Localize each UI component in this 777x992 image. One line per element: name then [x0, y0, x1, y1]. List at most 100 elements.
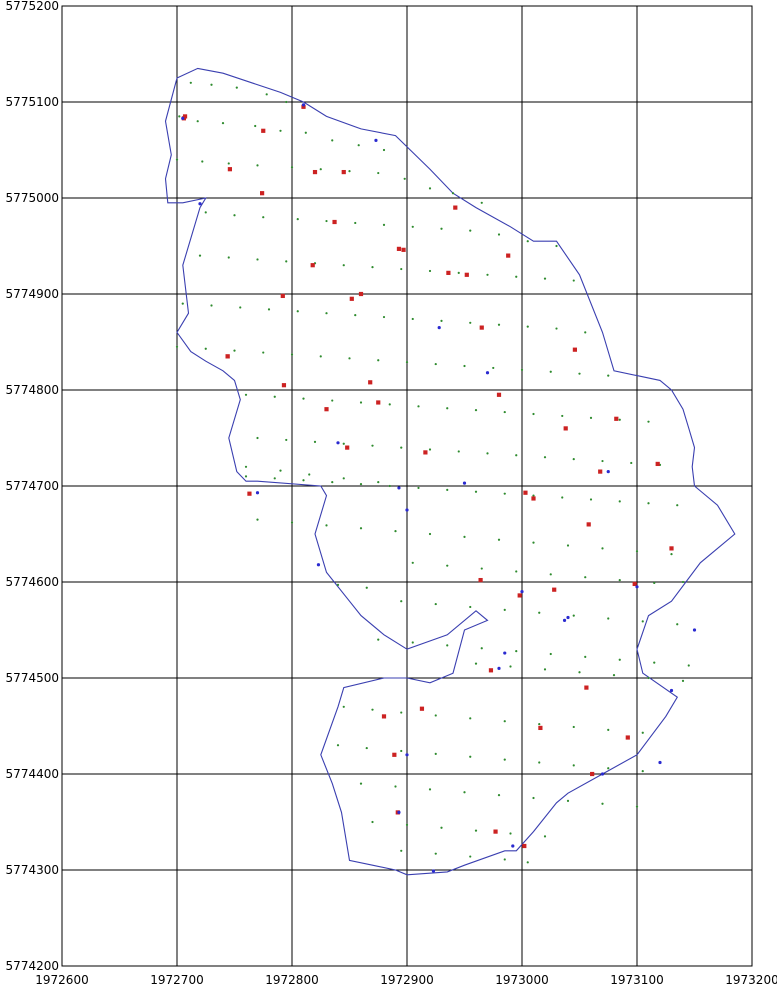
point-blue-21 [336, 441, 340, 445]
point-green-117 [331, 481, 334, 484]
point-blue-14 [692, 628, 697, 632]
y-tick-label: 5775100 [6, 95, 59, 109]
point-red-52 [401, 247, 406, 252]
point-green-216 [440, 826, 443, 829]
point-red-21 [280, 293, 285, 299]
point-green-2 [235, 86, 238, 89]
point-green-190 [503, 720, 506, 723]
point-green-85 [273, 395, 276, 398]
point-green-183 [647, 676, 650, 680]
point-green-32 [382, 223, 386, 226]
point-red-36 [522, 843, 527, 849]
point-green-191 [538, 722, 541, 726]
point-green-198 [434, 752, 437, 755]
point-green-218 [509, 832, 512, 835]
point-green-170 [446, 644, 449, 647]
point-blue-11 [600, 772, 605, 776]
point-green-83 [607, 374, 610, 377]
point-green-14 [175, 158, 179, 161]
y-tick-label: 5774800 [6, 383, 59, 397]
point-green-135 [428, 532, 432, 536]
point-red-34 [423, 450, 428, 455]
point-red-40 [419, 706, 425, 711]
point-red-3 [341, 169, 346, 175]
point-green-165 [607, 617, 610, 620]
point-green-141 [635, 550, 639, 553]
point-green-223 [503, 858, 506, 861]
point-red-37 [260, 191, 265, 196]
point-blue-8 [497, 666, 501, 671]
point-green-11 [331, 139, 334, 142]
point-green-184 [681, 679, 685, 682]
point-green-123 [503, 492, 506, 495]
point-green-95 [561, 414, 564, 418]
point-green-145 [308, 473, 311, 476]
point-green-157 [336, 583, 340, 586]
point-green-105 [428, 448, 432, 451]
point-red-53 [523, 490, 528, 495]
point-green-143 [244, 465, 248, 468]
point-red-15 [614, 416, 619, 421]
point-green-166 [641, 620, 644, 623]
point-green-88 [359, 401, 363, 404]
point-green-178 [474, 662, 478, 665]
point-blue-20 [255, 491, 260, 495]
y-tick-label: 5775000 [6, 191, 59, 205]
point-green-94 [532, 412, 535, 416]
point-green-130 [256, 518, 259, 521]
point-blue-23 [562, 618, 567, 623]
point-blue-13 [658, 760, 662, 765]
point-green-93 [503, 410, 506, 414]
x-tick-label: 1972900 [380, 973, 433, 987]
point-green-167 [676, 623, 679, 626]
point-green-133 [359, 527, 363, 530]
point-green-101 [313, 440, 317, 443]
point-green-107 [486, 452, 489, 455]
point-green-154 [618, 578, 621, 582]
point-blue-25 [405, 753, 409, 757]
point-green-199 [469, 755, 472, 758]
point-green-103 [371, 444, 374, 447]
point-green-160 [434, 602, 437, 606]
point-green-63 [469, 321, 472, 324]
point-green-158 [365, 586, 368, 589]
point-blue-5 [431, 869, 436, 873]
point-green-3 [265, 93, 268, 96]
point-blue-6 [462, 481, 467, 485]
point-green-128 [647, 502, 650, 505]
point-blue-24 [606, 470, 610, 474]
point-red-11 [552, 587, 557, 592]
point-green-34 [440, 227, 443, 230]
y-tick-label: 5774300 [6, 863, 59, 877]
point-green-89 [388, 403, 391, 406]
point-green-196 [365, 746, 368, 750]
point-green-58 [325, 312, 328, 315]
point-red-18 [655, 461, 660, 467]
point-green-65 [526, 325, 529, 328]
point-green-24 [451, 192, 455, 195]
point-green-37 [526, 240, 529, 243]
point-green-118 [359, 482, 363, 486]
point-blue-0 [181, 116, 185, 120]
point-green-163 [538, 611, 541, 614]
point-red-13 [572, 347, 577, 352]
point-green-9 [279, 129, 282, 132]
point-red-32 [349, 296, 354, 301]
point-green-221 [434, 852, 437, 855]
point-green-84 [244, 393, 248, 396]
point-green-156 [681, 580, 685, 584]
point-green-126 [589, 498, 593, 501]
point-green-47 [428, 269, 432, 273]
point-green-205 [359, 782, 363, 785]
point-green-20 [348, 170, 351, 173]
point-red-25 [446, 270, 451, 275]
point-green-48 [457, 271, 460, 274]
point-green-82 [578, 372, 581, 375]
point-red-30 [247, 491, 252, 496]
point-red-38 [281, 383, 287, 388]
point-blue-18 [437, 326, 441, 330]
point-green-152 [549, 573, 552, 576]
x-tick-label: 1972600 [35, 973, 88, 987]
point-red-27 [517, 593, 522, 598]
point-green-69 [204, 347, 207, 350]
